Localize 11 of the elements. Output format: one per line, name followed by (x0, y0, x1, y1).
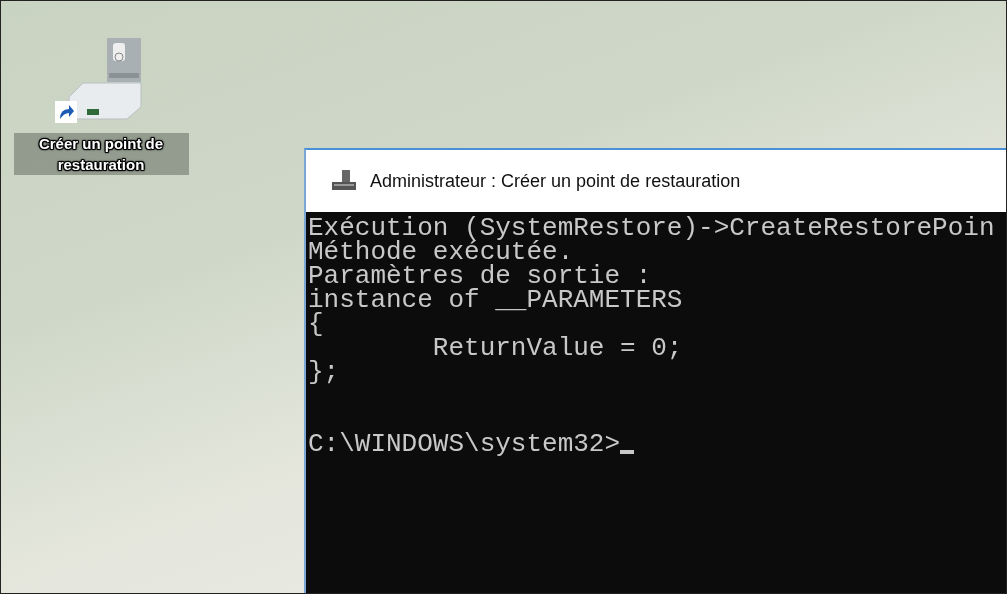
command-prompt[interactable]: C:\WINDOWS\system32> (308, 432, 621, 456)
console-icon (330, 170, 358, 192)
window-title: Administrateur : Créer un point de restauration (370, 170, 741, 192)
console-line: }; (308, 360, 340, 384)
icon-label: Créer un point de restauration (13, 133, 189, 175)
console-line: instance of __PARAMETERS (308, 288, 683, 312)
console-line: { (308, 312, 324, 336)
console-line: Exécution (SystemRestore)->CreateRestorePoin (308, 216, 995, 240)
console-line: Méthode exécutée. (308, 240, 574, 264)
console-line: ReturnValue = 0; (431, 336, 683, 360)
console-line: Paramètres de sortie : (308, 264, 652, 288)
